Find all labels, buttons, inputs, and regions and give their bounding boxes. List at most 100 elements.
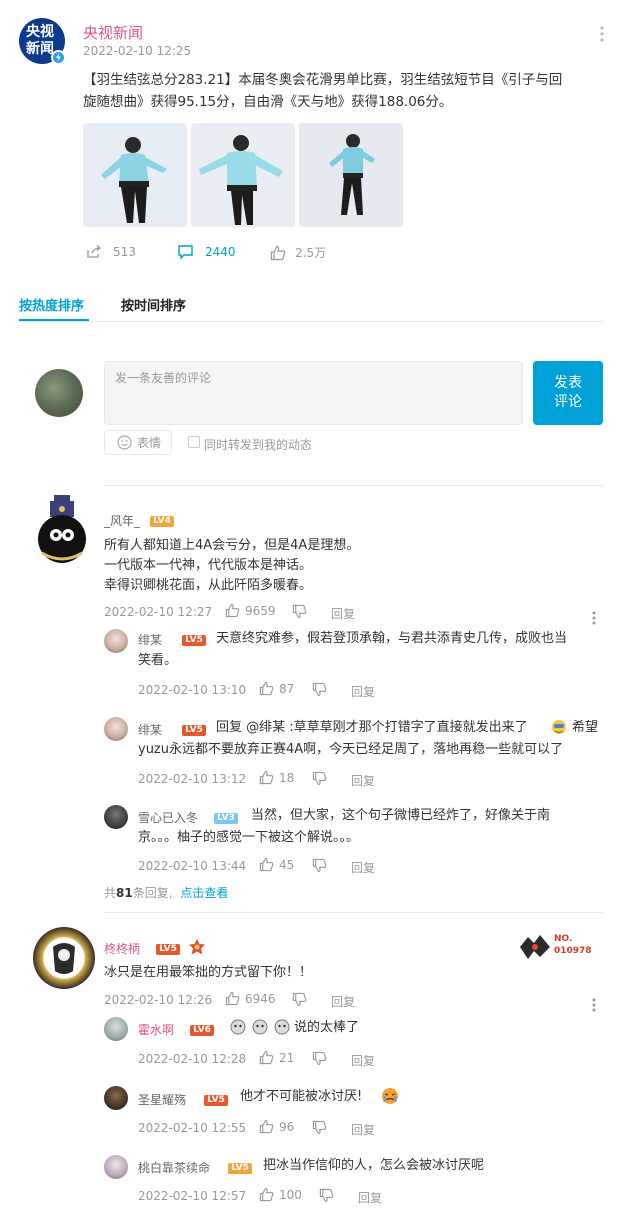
share-icon [87, 245, 102, 258]
reply-2-2-time: 2022-02-10 12:55 [138, 1121, 247, 1135]
reply-1-3-like-button[interactable]: 45 [259, 857, 294, 872]
post-author-name[interactable]: 央视新闻 [83, 22, 143, 43]
thumbs-down-icon [292, 604, 307, 619]
reply-1-2-dislike-button[interactable] [312, 771, 327, 790]
reply-1-2-avatar[interactable] [104, 717, 128, 741]
comment-1-like-count: 9659 [245, 603, 276, 618]
thumbs-up-icon [259, 1119, 274, 1134]
comment-count: 2440 [205, 245, 236, 259]
comment-2-dislike-button[interactable] [292, 992, 307, 1011]
tab-time-label: 按时间排序 [121, 299, 187, 314]
fan-badge-icon [520, 935, 550, 959]
reply-1-1-like-button[interactable]: 87 [259, 681, 294, 696]
reply-1-1-dislike-button[interactable] [312, 682, 327, 701]
reply-2-1-reply-button[interactable]: 回复 [351, 1052, 375, 1069]
comment-input[interactable]: 发一条友善的评论 [104, 361, 523, 425]
thumbs-down-icon [312, 858, 327, 873]
post-photo-1[interactable] [83, 123, 187, 227]
reply-1-2-username[interactable]: 绯某 [138, 723, 162, 737]
comment-2-level-badge: LV5 [156, 944, 180, 955]
emoji-label: 表情 [137, 436, 162, 450]
reply-2-1-dislike-button[interactable] [312, 1051, 327, 1070]
more-replies-count: 81 [116, 886, 133, 900]
reply-2-3-dislike-button[interactable] [319, 1188, 334, 1207]
reply-2-3-avatar[interactable] [104, 1155, 128, 1179]
comment-1-like-button[interactable]: 9659 [225, 603, 276, 618]
comment-1-reply-button[interactable]: 回复 [331, 605, 355, 622]
comment-1-dislike-button[interactable] [292, 604, 307, 623]
comment-2-like-button[interactable]: 6946 [225, 991, 276, 1006]
post-text-line1: 【羽生结弦总分283.21】本届冬奥会花滑男单比赛，羽生结弦短节目《引子与回 [83, 72, 563, 88]
thumbs-up-icon [259, 770, 274, 785]
thumbs-down-icon [312, 1051, 327, 1066]
reply-1-1-reply-button[interactable]: 回复 [351, 683, 375, 700]
medal-icon [187, 938, 207, 956]
reply-2-1-time: 2022-02-10 12:28 [138, 1052, 247, 1066]
thumbs-up-icon [259, 681, 274, 696]
reply-2-1-line1: 说的太棒了 [294, 1020, 360, 1035]
reply-1-1-avatar[interactable] [104, 629, 128, 653]
reply-1-3-username[interactable]: 雪心已入冬 [138, 811, 198, 825]
comment-1-username[interactable]: _风年_ [104, 514, 140, 528]
post-photo-2[interactable] [191, 123, 295, 227]
reply-1-2-like-count: 18 [279, 770, 295, 785]
more-menu-icon[interactable] [600, 26, 604, 42]
more-replies-prefix: 共 [104, 886, 117, 900]
reply-1-1-level-badge: LV5 [182, 635, 206, 646]
reply-2-2-avatar[interactable] [104, 1086, 128, 1110]
comment-1-line2: 一代版本一代神，代代版本是神话。 [104, 558, 313, 573]
emoji-button[interactable]: 表情 [104, 430, 172, 455]
reply-2-3-like-button[interactable]: 100 [259, 1187, 302, 1202]
reply-2-2-dislike-button[interactable] [312, 1120, 327, 1139]
facepalm-emoji-icon [550, 719, 568, 737]
reply-1-1-username[interactable]: 绯某 [138, 633, 162, 647]
reply-1-3-time: 2022-02-10 13:44 [138, 859, 247, 873]
reply-1-2-reply-button[interactable]: 回复 [351, 772, 375, 789]
reply-1-2-line2: yuzu永远都不要放弃正赛4A啊，今天已经足周了，落地再稳一些就可以了 [138, 742, 564, 757]
thumbs-up-icon [259, 1050, 274, 1065]
like-button[interactable]: 2.5万 [270, 244, 326, 261]
post-photo-3[interactable] [299, 123, 403, 227]
comment-icon [178, 245, 193, 260]
tab-time[interactable]: 按时间排序 [121, 295, 186, 314]
repost-checkbox[interactable] [188, 436, 200, 448]
comment-2-reply-button[interactable]: 回复 [331, 993, 355, 1010]
tab-hot[interactable]: 按热度排序 [19, 295, 84, 314]
reply-2-1-avatar[interactable] [104, 1017, 128, 1041]
sticker-emoji-icons [229, 1018, 293, 1036]
comment-2-avatar[interactable] [33, 927, 95, 989]
tab-hot-label: 按热度排序 [19, 299, 85, 314]
current-user-avatar[interactable] [35, 369, 83, 417]
comment-1-time: 2022-02-10 12:27 [104, 605, 213, 619]
post-time: 2022-02-10 12:25 [83, 44, 192, 58]
comment-1-more-icon[interactable] [592, 611, 596, 625]
reply-1-3-dislike-button[interactable] [312, 858, 327, 877]
reply-2-1-like-button[interactable]: 21 [259, 1050, 294, 1065]
thumbs-down-icon [292, 992, 307, 1007]
reply-2-3-reply-button[interactable]: 回复 [358, 1189, 382, 1206]
reply-1-1-like-count: 87 [279, 681, 295, 696]
comment-2-line1: 冰只是在用最笨拙的方式留下你！！ [104, 965, 313, 980]
comment-button[interactable]: 2440 [177, 244, 236, 260]
submit-comment-button[interactable]: 发表 评论 [533, 361, 603, 425]
like-count: 2.5万 [295, 246, 327, 260]
repost-checkbox-label: 同时转发到我的动态 [204, 438, 313, 452]
repost-button[interactable]: 513 [86, 244, 136, 260]
reply-2-2-like-button[interactable]: 96 [259, 1119, 294, 1134]
more-replies-suffix: 条回复, [132, 886, 173, 900]
thumbs-down-icon [312, 682, 327, 697]
reply-1-2-like-button[interactable]: 18 [259, 770, 294, 785]
reply-2-3-like-count: 100 [279, 1187, 302, 1202]
comment-1-avatar[interactable] [34, 495, 90, 569]
reply-2-3-username[interactable]: 桃白靠茶续命 [138, 1161, 210, 1175]
comment-2-more-icon[interactable] [592, 998, 596, 1012]
view-more-replies-link[interactable]: 点击查看 [180, 886, 228, 900]
reply-1-2-line1b: 希望 [572, 720, 599, 735]
reply-1-3-avatar[interactable] [104, 805, 128, 829]
comment-2-username[interactable]: 柊柊柄 [104, 942, 140, 956]
reply-2-2-username[interactable]: 圣星耀殇 [138, 1093, 186, 1107]
reply-1-3-reply-button[interactable]: 回复 [351, 859, 375, 876]
reply-2-1-username[interactable]: 霍水啊 [138, 1023, 174, 1037]
reply-2-2-reply-button[interactable]: 回复 [351, 1121, 375, 1138]
thumbs-down-icon [319, 1188, 334, 1203]
